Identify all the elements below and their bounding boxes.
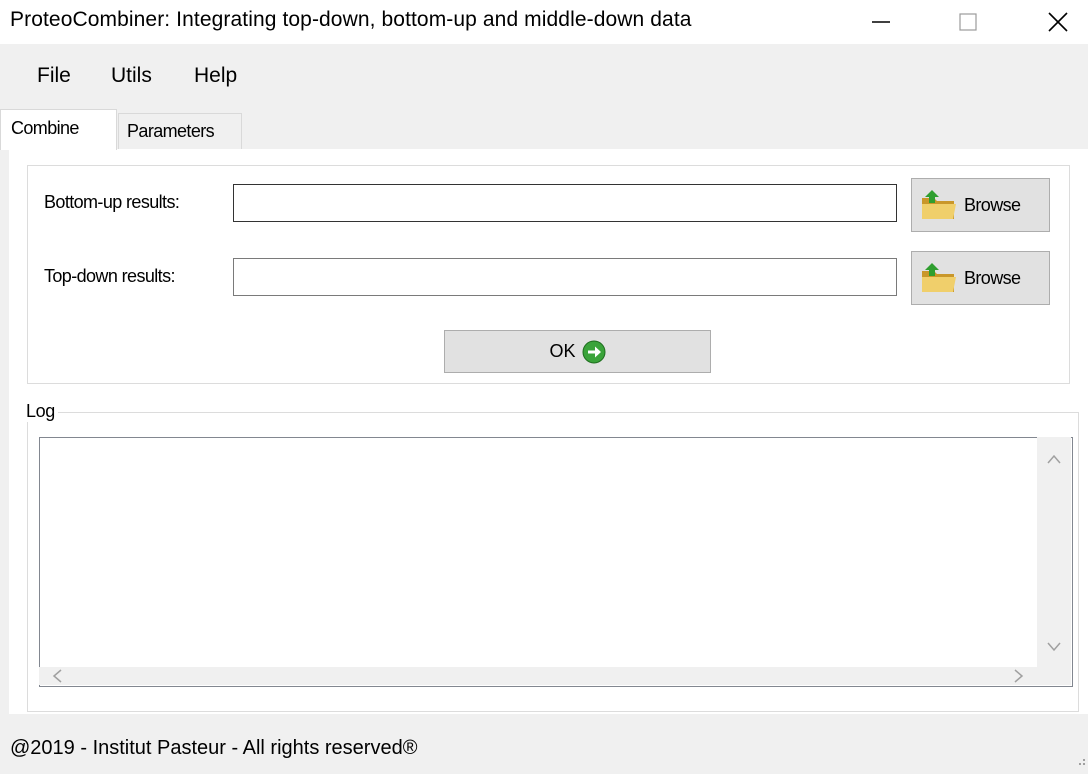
ok-button[interactable]: OK [444,330,711,373]
minimize-button[interactable] [853,0,909,44]
top-down-browse-button[interactable]: Browse [911,251,1050,305]
folder-open-icon [922,190,956,219]
status-bar: @2019 - Institut Pasteur - All rights re… [0,716,1088,774]
minimize-icon [872,21,890,23]
folder-open-icon [922,263,956,292]
maximize-button[interactable] [940,0,996,44]
tab-parameters[interactable]: Parameters [118,113,242,149]
ok-label: OK [549,341,576,361]
bottom-up-input[interactable] [233,184,897,222]
menu-utils[interactable]: Utils [111,64,152,88]
copyright-text: @2019 - Institut Pasteur - All rights re… [10,737,418,759]
log-textarea[interactable] [39,437,1073,687]
menu-bar: File Utils Help [0,56,1088,96]
resize-grip-icon[interactable] [1076,756,1086,766]
browse-label: Browse [964,194,1021,215]
close-button[interactable] [1030,0,1086,44]
title-bar: ProteoCombiner: Integrating top-down, bo… [0,0,1088,44]
input-files-group: Bottom-up results: Browse Top-down resul… [27,165,1070,384]
browse-label: Browse [964,267,1021,288]
combine-tab-panel: Bottom-up results: Browse Top-down resul… [9,149,1088,714]
top-down-input[interactable] [233,258,897,296]
log-legend: Log [23,401,58,422]
window-title: ProteoCombiner: Integrating top-down, bo… [10,8,692,31]
log-group [27,412,1079,712]
menu-help[interactable]: Help [194,64,237,88]
tab-strip: Combine Parameters [0,101,1088,150]
bottom-up-label: Bottom-up results: [44,192,180,212]
bottom-up-browse-button[interactable]: Browse [911,178,1050,232]
tab-combine[interactable]: Combine [0,109,117,150]
top-down-label: Top-down results: [44,266,175,286]
menu-file[interactable]: File [37,64,71,88]
green-arrow-right-icon [582,340,605,363]
close-icon [1048,12,1068,32]
maximize-icon [959,13,977,31]
